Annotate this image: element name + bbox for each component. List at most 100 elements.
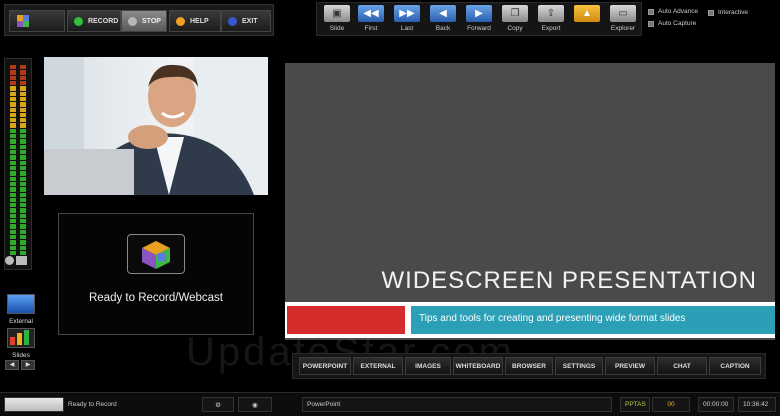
meter-segment [20,160,26,165]
clock: 10:36:42 [738,397,776,412]
meter-segment [20,128,26,134]
meter-segment [20,240,26,245]
arrow-right-icon[interactable]: ▶ [21,360,35,370]
eye-button[interactable]: ◉ [238,397,272,412]
tab-browser[interactable]: BROWSER [505,357,553,375]
checkbox-icon [708,9,714,16]
slides-label: Slides [12,352,30,359]
meter-segment [20,208,26,213]
slide-button[interactable]: ▣ Slide [321,5,353,35]
meter-segment [10,155,16,160]
mode-indicator: PPTAS [620,397,650,412]
meter-segment [10,112,16,118]
exit-icon [228,16,237,26]
meter-segment [10,245,16,250]
cube-logo-icon [17,15,29,27]
lock-button[interactable]: ▲ [571,5,603,35]
audio-meter-panel [4,58,32,270]
interactive-checkbox[interactable]: Interactive [708,9,748,16]
tab-chat[interactable]: CHAT [657,357,707,375]
meter-segment [20,118,26,123]
record-button[interactable]: RECORD [67,10,121,32]
meter-segment [20,187,26,192]
meter-segment [10,213,16,219]
app-logo-button[interactable] [9,10,65,32]
auto-capture-label: Auto Capture [658,20,697,27]
status-bar: Ready to Record ⚙ ◉ PowerPoint PPTAS 00 … [0,392,780,416]
explorer-button[interactable]: ▭ Explorer [607,5,639,35]
copy-label: Copy [507,25,523,32]
presenter-image [44,57,268,195]
tab-settings[interactable]: SETTINGS [555,357,603,375]
meter-segment [10,144,16,149]
explorer-label: Explorer [610,25,636,32]
slide-subtitle: Tips and tools for creating and presenti… [419,313,686,324]
arrow-left-icon[interactable]: ◀ [5,360,19,370]
forward-label: Forward [467,25,491,32]
export-button[interactable]: ⇪ Export [535,5,567,35]
copy-button[interactable]: ❐ Copy [499,5,531,35]
meter-segment [10,171,16,176]
elapsed-time: 00:00:00 [698,397,734,412]
eye-icon: ◉ [252,401,258,409]
stop-button[interactable]: STOP [121,10,167,32]
slide-subtitle-bar: Tips and tools for creating and presenti… [411,306,775,334]
speaker-icon[interactable] [16,256,27,265]
meter-segment [20,176,26,181]
meter-segment [20,213,26,219]
meter-segment [10,107,16,112]
meter-segment [10,240,16,245]
auto-capture-checkbox[interactable]: Auto Capture [648,20,696,27]
last-icon: ▶▶ [394,5,420,22]
meter-segment [20,165,26,171]
tab-external[interactable]: EXTERNAL [353,357,403,375]
meter-segment [10,150,16,155]
meter-segment [10,118,16,123]
export-icon: ⇪ [538,5,564,22]
forward-button[interactable]: ▶ Forward [463,5,495,35]
exit-button[interactable]: EXIT [221,10,271,32]
meter-segment [20,192,26,197]
meter-segment [20,197,26,203]
meter-segment [10,91,16,96]
meter-segment [20,139,26,144]
meter-segment [10,187,16,192]
slides-icon [7,328,35,348]
side-arrows: ◀ ▶ [5,360,35,370]
mic-icon[interactable] [5,256,14,265]
meter-segment [10,86,16,91]
explorer-icon: ▭ [610,5,636,22]
meter-segment [10,197,16,203]
help-button[interactable]: HELP [169,10,221,32]
meter-segment [20,70,26,75]
record-label: RECORD [88,17,119,25]
meter-segment [10,70,16,75]
help-icon [176,16,185,26]
audio-meter-left [10,65,16,256]
first-button[interactable]: ◀◀ First [355,5,387,35]
meter-segment [20,96,26,102]
meter-segment [10,160,16,165]
tab-images[interactable]: IMAGES [405,357,451,375]
stop-label: STOP [142,17,161,25]
export-label: Export [541,25,561,32]
last-button[interactable]: ▶▶ Last [391,5,423,35]
meter-segment [20,245,26,250]
exit-label: EXIT [242,17,258,25]
tab-whiteboard[interactable]: WHITEBOARD [453,357,503,375]
lock-icon: ▲ [574,5,600,22]
tab-powerpoint[interactable]: POWERPOINT [299,357,351,375]
last-label: Last [400,25,414,32]
external-label: External [9,318,33,325]
back-icon: ◀ [430,5,456,22]
tab-caption[interactable]: CAPTION [709,357,761,375]
tab-preview[interactable]: PREVIEW [605,357,655,375]
settings-small-button[interactable]: ⚙ [202,397,234,412]
meter-segment [20,150,26,155]
back-button[interactable]: ◀ Back [427,5,459,35]
checkbox-icon [648,8,654,15]
meter-segment [20,181,26,187]
meter-segment [10,139,16,144]
auto-advance-checkbox[interactable]: Auto Advance [648,8,698,15]
stop-icon [128,16,137,26]
